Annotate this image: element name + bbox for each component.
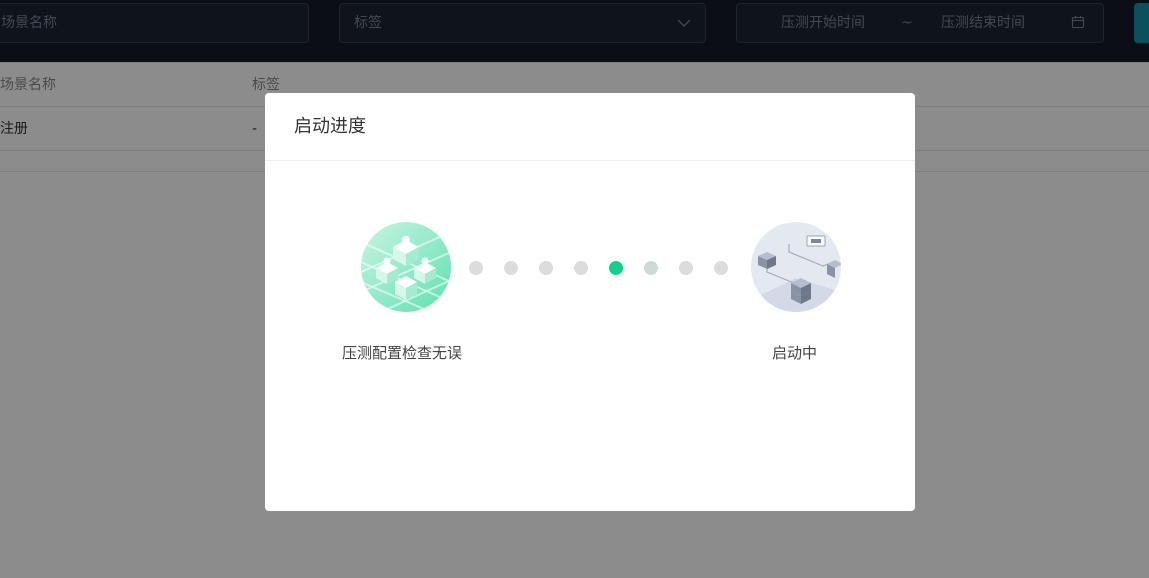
step-label-starting: 启动中 <box>772 344 818 362</box>
step-label-config-check: 压测配置检查无误 <box>342 344 463 362</box>
progress-dot <box>574 261 588 275</box>
progress-dot <box>469 261 483 275</box>
progress-dot <box>644 261 658 275</box>
dialog-title: 启动进度 <box>294 116 366 137</box>
server-network-icon <box>751 222 841 312</box>
layered-cubes-icon <box>361 222 451 312</box>
progress-dot <box>679 261 693 275</box>
launch-progress-dialog: 启动进度 压测配置检查无误 启动中 <box>265 93 915 511</box>
progress-dot <box>609 261 623 275</box>
progress-dot <box>539 261 553 275</box>
dialog-header: 启动进度 <box>265 93 915 161</box>
progress-dot <box>504 261 518 275</box>
progress-dot <box>714 261 728 275</box>
